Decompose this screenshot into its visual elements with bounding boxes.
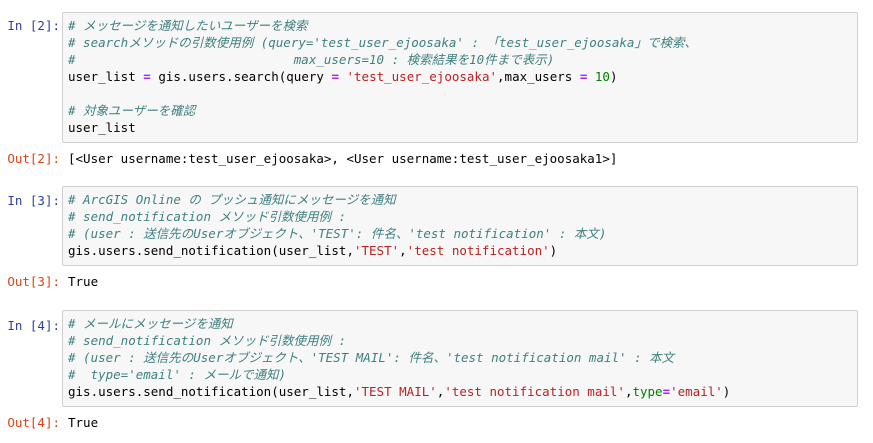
code-token: ) — [722, 384, 731, 399]
code-comment: # (user : 送信先のUserオブジェクト、'TEST MAIL': 件名… — [68, 350, 675, 365]
code-comment: # max_users=10 : 検索結果を10件まで表示) — [68, 52, 555, 67]
code-token: user_list — [68, 69, 136, 84]
operator: = — [662, 384, 671, 399]
code-token: gis.users.send_notification(user_list, — [68, 243, 354, 258]
code-input-area[interactable]: # メッセージを通知したいユーザーを検索 # searchメソッドの引数使用例 … — [62, 12, 858, 143]
code-comment: # (user : 送信先のUserオブジェクト、'TEST': 件名、'tes… — [68, 226, 607, 241]
output-prompt: Out[4]: — [7, 415, 60, 430]
operator: = — [143, 69, 151, 84]
string-literal: 'TEST MAIL' — [353, 384, 437, 399]
keyword-argument: type — [632, 384, 663, 399]
number-literal: 10 — [594, 69, 610, 84]
code-comment: # ArcGIS Online の プッシュ通知にメッセージを通知 — [68, 192, 396, 207]
string-literal: 'test notification mail' — [444, 384, 625, 399]
code-comment: # 対象ユーザーを確認 — [68, 103, 196, 118]
cell-output: True — [68, 274, 99, 289]
code-comment: # send_notification メソッド引数使用例 : — [68, 209, 347, 224]
code-line: user_list = gis.users.search(query = 'te… — [68, 68, 852, 85]
code-token: gis.users.send_notification(user_list, — [68, 384, 354, 399]
code-comment: # type='email' : メールで通知) — [68, 367, 286, 382]
cell-output: True — [68, 415, 99, 430]
code-token: ) — [549, 243, 558, 258]
code-token: ) — [609, 69, 618, 84]
code-input-area[interactable]: # メールにメッセージを通知 # send_notification メソッド引… — [62, 310, 858, 407]
output-prompt: Out[2]: — [7, 151, 60, 166]
code-token: , — [399, 243, 407, 258]
input-prompt: In [2]: — [7, 18, 60, 33]
operator: = — [331, 69, 339, 84]
code-token: gis.users.search(query — [158, 69, 324, 84]
operator: = — [579, 69, 588, 84]
code-line: gis.users.send_notification(user_list,'T… — [68, 242, 852, 259]
string-literal: 'TEST' — [353, 243, 400, 258]
code-comment: # searchメソッドの引数使用例 (query='test_user_ejo… — [68, 35, 697, 50]
output-prompt: Out[3]: — [7, 274, 60, 289]
input-prompt: In [3]: — [7, 193, 60, 208]
string-literal: 'email' — [670, 384, 723, 399]
cell-output: [<User username:test_user_ejoosaka>, <Us… — [68, 151, 618, 166]
code-line: user_list — [68, 120, 136, 135]
code-comment: # メッセージを通知したいユーザーを検索 — [68, 18, 308, 33]
code-line: gis.users.send_notification(user_list,'T… — [68, 383, 852, 400]
string-literal: 'test notification' — [406, 243, 550, 258]
code-token: ,max_users — [497, 69, 573, 84]
string-literal: 'test_user_ejoosaka' — [346, 69, 498, 84]
input-prompt: In [4]: — [7, 318, 60, 333]
code-comment: # send_notification メソッド引数使用例 : — [68, 333, 347, 348]
code-input-area[interactable]: # ArcGIS Online の プッシュ通知にメッセージを通知 # send… — [62, 186, 858, 266]
code-comment: # メールにメッセージを通知 — [68, 316, 233, 331]
